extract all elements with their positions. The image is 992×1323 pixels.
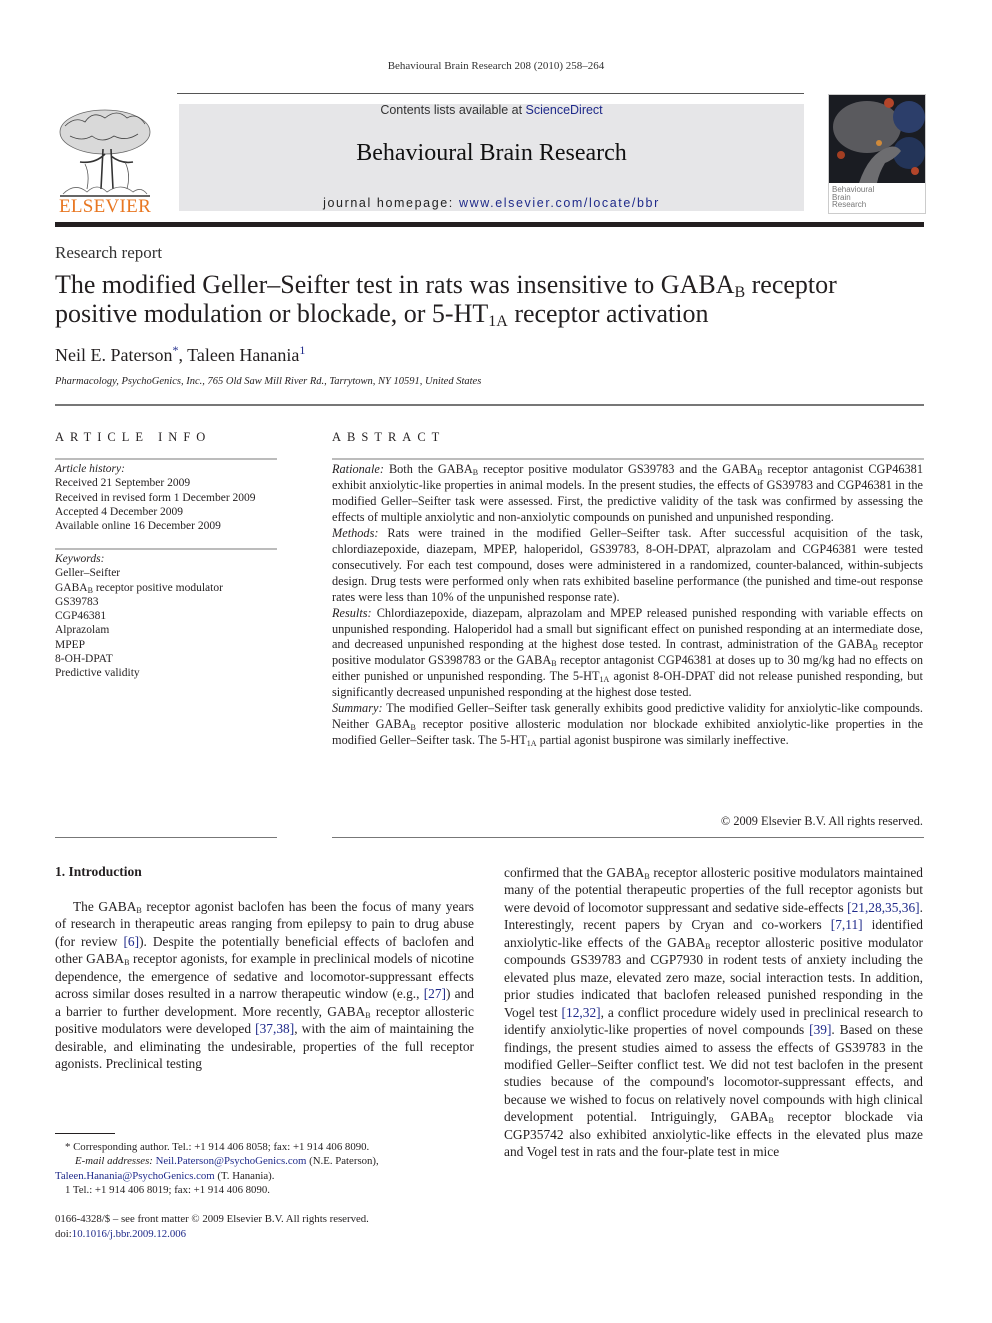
rationale-label: Rationale: — [332, 462, 384, 476]
citation-link[interactable]: [12,32] — [562, 1005, 601, 1020]
doi-link[interactable]: 10.1016/j.bbr.2009.12.006 — [72, 1228, 186, 1240]
abstract-rule — [332, 458, 924, 460]
citation-link[interactable]: [37,38] — [255, 1021, 294, 1036]
homepage-prefix: journal homepage: — [323, 196, 459, 210]
footnotes: * Corresponding author. Tel.: +1 914 406… — [55, 1140, 474, 1197]
abstract-body: Rationale: Both the GABAB receptor posit… — [332, 462, 923, 749]
author-separator: , — [178, 345, 188, 365]
intro-column-left: The GABAB receptor agonist baclofen has … — [55, 898, 474, 1073]
email-label: E-mail addresses: — [75, 1155, 153, 1168]
email-owner: (T. Hanania). — [214, 1169, 275, 1182]
footnote-mark[interactable]: 1 — [299, 343, 305, 357]
abstract-methods: Methods: Rats were trained in the modifi… — [332, 526, 923, 606]
corresponding-author-note: * Corresponding author. Tel.: +1 914 406… — [65, 1141, 370, 1153]
article-title: The modified Geller–Seifter test in rats… — [55, 270, 925, 330]
keyword-item[interactable]: MPEP — [55, 638, 277, 652]
abstract-summary: Summary: The modified Geller–Seifter tas… — [332, 701, 923, 749]
header-rule — [177, 93, 804, 94]
keyword-text: GABA — [55, 581, 88, 594]
affiliation: Pharmacology, PsychoGenics, Inc., 765 Ol… — [55, 376, 482, 387]
text: The GABA — [73, 899, 137, 914]
methods-text: Rats were trained in the modified Geller… — [332, 525, 923, 604]
author-name[interactable]: Taleen Hanania — [187, 345, 299, 365]
summary-label: Summary: — [332, 701, 383, 716]
keywords-rule — [55, 548, 277, 550]
methods-label: Methods: — [332, 525, 379, 540]
email-link[interactable]: Taleen.Hanania@PsychoGenics.com — [55, 1170, 215, 1182]
journal-homepage: journal homepage: www.elsevier.com/locat… — [179, 196, 804, 210]
citation-link[interactable]: [6] — [123, 934, 139, 949]
title-sub-b: B — [734, 284, 746, 301]
article-info-rule — [55, 458, 277, 460]
running-head: Behavioural Brain Research 208 (2010) 25… — [387, 60, 605, 72]
keyword-item[interactable]: 8-OH-DPAT — [55, 652, 277, 666]
abstract-results: Results: Chlordiazepoxide, diazepam, alp… — [332, 606, 923, 702]
author-name[interactable]: Neil E. Paterson — [55, 345, 172, 365]
keywords: Keywords: Geller–Seifter GABAB receptor … — [55, 552, 277, 681]
footnote-rule — [55, 1133, 115, 1134]
section-divider — [55, 404, 924, 406]
keyword-item[interactable]: Alprazolam — [55, 623, 277, 637]
sub-1a: 1A — [526, 739, 537, 749]
abstract-heading: ABSTRACT — [332, 430, 446, 444]
footnote-1: 1 Tel.: +1 914 406 8019; fax: +1 914 406… — [65, 1183, 270, 1196]
email-note-cont: Taleen.Hanania@PsychoGenics.com (T. Hana… — [55, 1169, 474, 1183]
history-item: Received in revised form 1 December 2009 — [55, 491, 256, 504]
keyword-item[interactable]: Predictive validity — [55, 666, 277, 680]
article-info-heading: ARTICLE INFO — [55, 430, 212, 444]
article-type: Research report — [55, 243, 163, 262]
citation-link[interactable]: [7,11] — [831, 917, 863, 932]
title-part-1: The modified Geller–Seifter test in rats… — [55, 270, 735, 299]
email-owner: (N.E. Paterson), — [306, 1155, 379, 1168]
results-text: Chlordiazepoxide, diazepam, alprazolam a… — [332, 605, 923, 652]
email-note: E-mail addresses: Neil.Paterson@PsychoGe… — [55, 1154, 474, 1168]
citation-link[interactable]: [21,28,35,36] — [847, 900, 920, 915]
sub-1a: 1A — [599, 675, 610, 685]
text: confirmed that the GABA — [504, 865, 645, 880]
doi-line: doi:10.1016/j.bbr.2009.12.006 — [55, 1227, 474, 1242]
cover-artwork-icon — [829, 95, 925, 183]
introduction-heading: 1. Introduction — [55, 864, 142, 879]
article-history: Article history: Received 21 September 2… — [55, 462, 277, 533]
citation-link[interactable]: [27] — [424, 986, 446, 1001]
intro-paragraph: confirmed that the GABAB receptor allost… — [504, 864, 923, 1161]
journal-title: Behavioural Brain Research — [356, 140, 627, 166]
intro-paragraph: The GABAB receptor agonist baclofen has … — [55, 898, 474, 1073]
author-list: Neil E. Paterson*, Taleen Hanania1 — [55, 343, 305, 366]
elsevier-wordmark[interactable]: ELSEVIER — [52, 196, 158, 218]
history-item: Accepted 4 December 2009 — [55, 505, 184, 518]
article-info-bottom-rule — [55, 837, 277, 838]
header-thick-rule — [55, 222, 924, 227]
keyword-item[interactable]: GABAB receptor positive modulator — [55, 581, 277, 595]
intro-column-right: confirmed that the GABAB receptor allost… — [504, 864, 923, 1161]
journal-cover[interactable]: Behavioural Brain Research — [828, 94, 926, 214]
keywords-label: Keywords: — [55, 553, 105, 565]
doi-prefix: doi: — [55, 1227, 72, 1240]
issn-doi: 0166-4328/$ – see front matter © 2009 El… — [55, 1212, 474, 1241]
results-label: Results: — [332, 605, 372, 620]
contents-availability: Contents lists available at ScienceDirec… — [179, 103, 804, 117]
title-sub-1a: 1A — [488, 313, 508, 330]
citation-link[interactable]: [39] — [809, 1022, 831, 1037]
contents-prefix: Contents lists available at — [380, 103, 526, 117]
abstract-rationale: Rationale: Both the GABAB receptor posit… — [332, 462, 923, 526]
abstract-copyright: © 2009 Elsevier B.V. All rights reserved… — [720, 814, 923, 828]
history-label: Article history: — [55, 463, 125, 475]
keyword-item[interactable]: Geller–Seifter — [55, 566, 277, 580]
summary-text: partial agonist buspirone was similarly … — [536, 733, 789, 748]
title-part-3: receptor activation — [507, 299, 709, 328]
rationale-text: receptor positive modulator GS39783 and … — [478, 462, 758, 476]
abstract-bottom-rule — [332, 837, 924, 838]
keyword-text: receptor positive modulator — [92, 581, 223, 594]
history-item: Received 21 September 2009 — [55, 477, 191, 490]
keyword-item[interactable]: CGP46381 — [55, 609, 277, 623]
homepage-link[interactable]: www.elsevier.com/locate/bbr — [459, 196, 660, 210]
history-item: Available online 16 December 2009 — [55, 520, 221, 533]
issn-line: 0166-4328/$ – see front matter © 2009 El… — [55, 1213, 369, 1225]
cover-title-line-3: Research — [832, 200, 867, 209]
keyword-item[interactable]: GS39783 — [55, 595, 277, 609]
sciencedirect-link[interactable]: ScienceDirect — [526, 103, 603, 117]
email-link[interactable]: Neil.Paterson@PsychoGenics.com — [156, 1155, 307, 1167]
rationale-text: Both the GABA — [383, 462, 473, 476]
